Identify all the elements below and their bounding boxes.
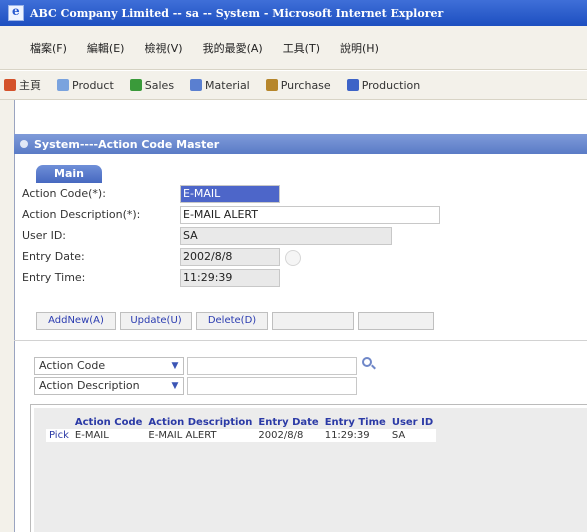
toolbar-product-label: Product: [72, 78, 114, 92]
menu-favorites[interactable]: 我的最愛(A): [203, 40, 263, 56]
action-desc-label: Action Description(*):: [22, 207, 141, 221]
page-title: System----Action Code Master: [34, 137, 220, 151]
tab-main[interactable]: Main: [36, 165, 102, 183]
action-code-label: Action Code(*):: [22, 186, 106, 200]
toolbar-product[interactable]: Product: [57, 79, 114, 92]
filter-field-select-2[interactable]: Action Description ▼: [34, 377, 184, 395]
menu-view[interactable]: 檢視(V): [144, 40, 182, 56]
user-id-row: User ID:: [22, 225, 66, 245]
calendar-icon[interactable]: [285, 250, 301, 266]
action-desc-field[interactable]: E-MAIL ALERT: [180, 206, 440, 224]
disabled-button-1: [272, 312, 354, 330]
menu-file[interactable]: 檔案(F): [30, 40, 67, 56]
table-row: Pick E-MAIL E-MAIL ALERT 2002/8/8 11:29:…: [46, 429, 437, 442]
pick-link[interactable]: Pick: [46, 429, 72, 442]
filter-value-input-2[interactable]: [187, 377, 357, 395]
cell-action-desc: E-MAIL ALERT: [145, 429, 256, 442]
cell-entry-time: 11:29:39: [321, 429, 389, 442]
update-button[interactable]: Update(U): [120, 312, 192, 330]
toolbar-purchase[interactable]: Purchase: [265, 78, 331, 92]
filter-field-select-1[interactable]: Action Code ▼: [34, 357, 184, 375]
toolbar-home[interactable]: 主頁: [4, 77, 41, 93]
cell-entry-date: 2002/8/8: [255, 429, 322, 442]
entry-time-field[interactable]: 11:29:39: [180, 269, 280, 287]
action-code-field[interactable]: E-MAIL: [180, 185, 280, 203]
ie-icon: [8, 4, 24, 21]
addnew-button[interactable]: AddNew(A): [36, 312, 116, 330]
toolbar-sales-label: Sales: [144, 78, 175, 92]
table-header-row: Action Code Action Description Entry Dat…: [46, 416, 436, 429]
delete-button[interactable]: Delete(D): [196, 312, 268, 330]
entry-date-field[interactable]: 2002/8/8: [180, 248, 280, 266]
user-id-label: User ID:: [22, 228, 66, 242]
window-title-bar: ABC Company Limited -- sa -- System - Mi…: [0, 0, 587, 26]
action-code-row: Action Code(*):: [22, 183, 106, 203]
col-pick-header: [46, 416, 72, 429]
page-header: System----Action Code Master: [14, 134, 587, 154]
section-divider: [14, 340, 587, 341]
entry-time-row: Entry Time:: [22, 267, 85, 287]
sales-icon: [129, 79, 142, 91]
app-toolbar: 主頁 Product Sales Material Purchase Produ…: [0, 71, 587, 100]
left-frame-border: [0, 100, 15, 532]
menu-bar: 檔案(F) 編輯(E) 檢視(V) 我的最愛(A) 工具(T) 說明(H): [0, 26, 587, 70]
toolbar-material[interactable]: Material: [190, 79, 250, 92]
filter-field-2-value: Action Description: [39, 379, 140, 392]
chevron-down-icon[interactable]: ▼: [169, 380, 181, 392]
action-desc-row: Action Description(*):: [22, 204, 140, 224]
toolbar-material-label: Material: [205, 78, 250, 92]
product-icon: [57, 79, 69, 91]
toolbar-home-label: 主頁: [19, 79, 41, 92]
disabled-button-2: [358, 312, 434, 330]
menu-edit[interactable]: 編輯(E): [87, 40, 125, 56]
col-action-desc-header[interactable]: Action Description: [145, 416, 255, 429]
window-title: ABC Company Limited -- sa -- System - Mi…: [30, 6, 444, 20]
purchase-icon: [265, 79, 278, 91]
col-entry-time-header[interactable]: Entry Time: [322, 416, 389, 429]
production-icon: [346, 79, 359, 91]
col-entry-date-header[interactable]: Entry Date: [255, 416, 321, 429]
search-icon[interactable]: [362, 357, 372, 367]
menu-tools[interactable]: 工具(T): [283, 40, 320, 56]
material-icon: [190, 79, 203, 91]
home-icon: [4, 79, 16, 91]
cell-action-code: E-MAIL: [71, 429, 146, 442]
header-bullet-icon: [20, 140, 28, 148]
toolbar-production-label: Production: [361, 78, 421, 92]
results-table: Action Code Action Description Entry Dat…: [46, 416, 437, 442]
entry-date-label: Entry Date:: [22, 249, 85, 263]
col-action-code-header[interactable]: Action Code: [72, 416, 146, 429]
user-id-field[interactable]: SA: [180, 227, 392, 245]
toolbar-production[interactable]: Production: [346, 78, 421, 92]
menu-help[interactable]: 說明(H): [340, 40, 379, 56]
filter-field-1-value: Action Code: [39, 359, 106, 372]
filter-value-input-1[interactable]: [187, 357, 357, 375]
col-user-id-header[interactable]: User ID: [389, 416, 436, 429]
chevron-down-icon[interactable]: ▼: [169, 360, 181, 372]
entry-time-label: Entry Time:: [22, 270, 86, 284]
cell-user-id: SA: [388, 429, 437, 442]
toolbar-sales[interactable]: Sales: [129, 78, 175, 92]
toolbar-purchase-label: Purchase: [280, 78, 331, 92]
entry-date-row: Entry Date:: [22, 246, 85, 266]
